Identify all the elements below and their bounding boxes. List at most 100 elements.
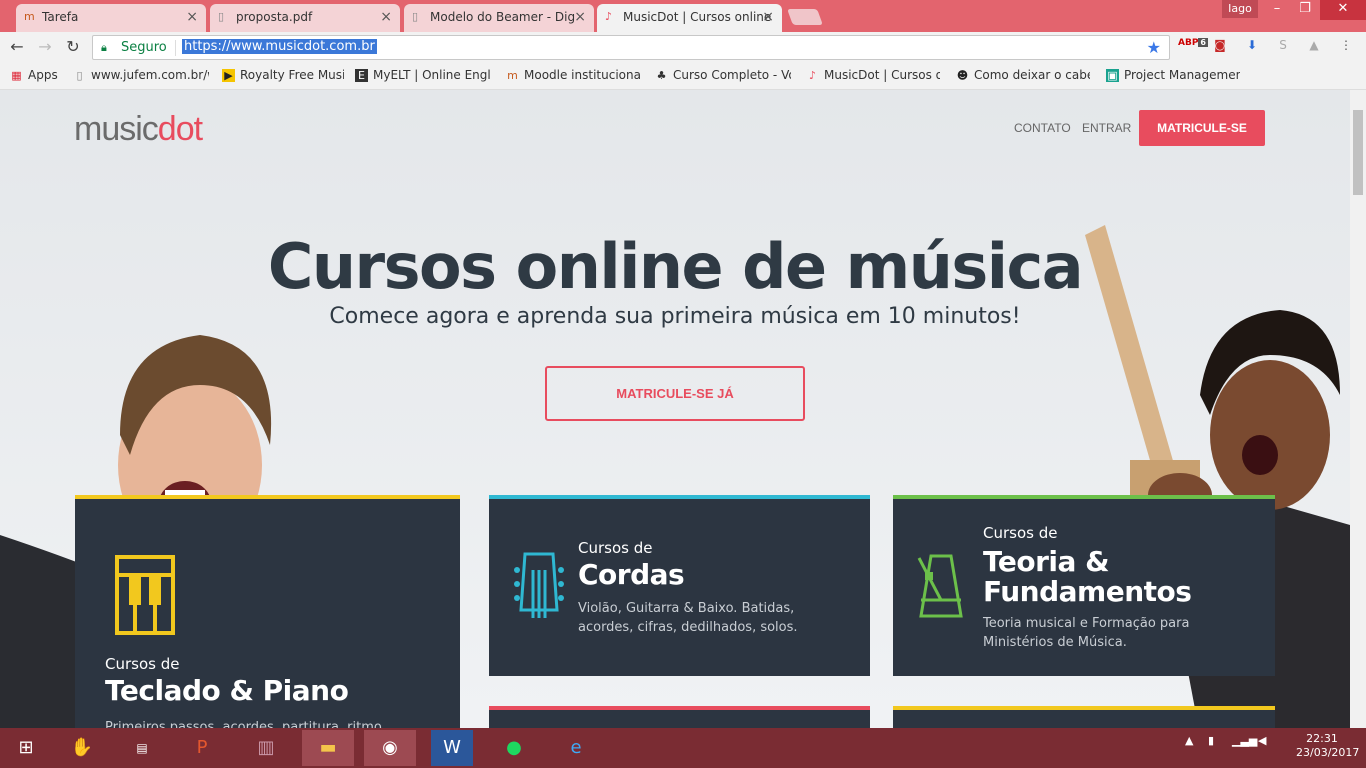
bookmark-label: MusicDot | Cursos onl (824, 68, 940, 82)
restore-icon[interactable]: ❐ (1290, 0, 1320, 20)
skype-icon[interactable]: S (1273, 38, 1293, 56)
bookmark-label: Como deixar o cabelo (974, 68, 1090, 82)
date: 23/03/2017 (1296, 746, 1360, 759)
scrollbar[interactable] (1350, 90, 1366, 728)
apps-icon: ▦ (11, 69, 22, 82)
spotify-icon[interactable]: ● (488, 730, 540, 766)
bookmark-apps[interactable]: ▦ Apps (10, 68, 70, 82)
bookmark-cabelo[interactable]: ☻ Como deixar o cabelo (956, 68, 1090, 82)
piano-icon (115, 555, 175, 635)
word-icon[interactable]: W (431, 730, 473, 766)
profile-button[interactable]: Iago (1222, 0, 1258, 18)
nav-login[interactable]: ENTRAR (1082, 121, 1131, 135)
bookmark-royalty[interactable]: ▶ Royalty Free Music (222, 68, 344, 82)
web-page: musicdot CONTATO ENTRAR MATRICULE-SE Cur… (0, 90, 1350, 728)
enroll-now-button[interactable]: MATRICULE-SE JÁ (545, 366, 805, 421)
time: 22:31 (1306, 732, 1338, 745)
course-card-theory[interactable]: Cursos de Teoria & Fundamentos Teoria mu… (893, 495, 1275, 676)
bookmark-label: MyELT | Online Englis (373, 68, 490, 82)
course-card-next-2[interactable] (893, 706, 1275, 728)
tab-beamer[interactable]: ▯ Modelo do Beamer - Dig × (404, 4, 594, 32)
chrome-icon[interactable]: ◉ (364, 730, 416, 766)
card-kicker: Cursos de (105, 655, 180, 673)
extension-icon[interactable]: ◙ (1210, 38, 1230, 56)
moodle-icon: m (507, 69, 518, 82)
face-icon: ☻ (956, 69, 969, 82)
internet-explorer-icon[interactable]: e (550, 730, 602, 766)
winrar-icon[interactable]: ▥ (240, 730, 292, 766)
powerpoint-icon[interactable]: P (176, 730, 228, 766)
new-tab-button[interactable] (787, 9, 823, 25)
address-bar[interactable]: 🔒︎ Seguro https://www.musicdot.com.br ★ (92, 35, 1170, 60)
bookmark-label: Royalty Free Music (240, 68, 344, 82)
taskbar: ⊞ ✋ ▤ P ▥ ▬ ◉ W ● e ▲ ▮ ▁▃▅ ◀ 22:31 23/0… (0, 728, 1366, 768)
clock[interactable]: 22:31 23/03/2017 (1296, 732, 1360, 760)
adblock-badge: 6 (1198, 38, 1208, 47)
battery-icon[interactable]: ▮ (1208, 734, 1214, 747)
url-text[interactable]: https://www.musicdot.com.br (182, 39, 377, 54)
close-icon[interactable]: × (574, 9, 586, 25)
card-accent (489, 706, 870, 710)
page-icon: ▯ (76, 69, 83, 82)
close-icon[interactable]: × (762, 9, 774, 25)
network-icon[interactable]: ▁▃▅ (1232, 734, 1257, 747)
tab-tarefa[interactable]: m Tarefa × (16, 4, 206, 32)
bookmark-label: www.jufem.com.br/wp (91, 68, 209, 82)
forward-icon[interactable]: → (34, 37, 56, 56)
nav-contact[interactable]: CONTATO (1014, 121, 1071, 135)
tab-musicdot[interactable]: ♪ MusicDot | Cursos online × (597, 4, 782, 32)
course-card-keyboard[interactable]: Cursos de Teclado & Piano Primeiros pass… (75, 495, 460, 728)
close-window-icon[interactable]: ✕ (1320, 0, 1366, 20)
media-player-icon[interactable]: ▤ (116, 730, 168, 766)
separator (175, 40, 176, 56)
bookmark-curso[interactable]: ♣ Curso Completo - Voc (655, 68, 791, 82)
card-title: Teoria & Fundamentos (983, 545, 1192, 608)
logo-text-accent: dot (157, 110, 203, 148)
bookmark-moodle[interactable]: m Moodle institucional d (506, 68, 641, 82)
hero-subtitle: Comece agora e aprenda sua primeira músi… (329, 304, 1021, 329)
bookmarks-bar: ▦ Apps ▯ www.jufem.com.br/wp ▶ Royalty Free… (0, 62, 1366, 90)
tray-chevron-icon[interactable]: ▲ (1185, 734, 1193, 747)
metronome-icon (917, 554, 963, 618)
tab-title: Tarefa (42, 10, 79, 24)
star-icon[interactable]: ★ (1147, 38, 1161, 57)
tab-proposta[interactable]: ▯ proposta.pdf × (210, 4, 400, 32)
hero-title: Cursos online de música (267, 230, 1084, 303)
enroll-button[interactable]: MATRICULE-SE (1139, 110, 1265, 146)
security-label: Seguro (121, 40, 167, 55)
logo-text: music (74, 110, 159, 148)
site-logo[interactable]: musicdot (74, 110, 203, 149)
menu-icon[interactable]: ⋮ (1336, 38, 1356, 56)
bookmark-label: Project Management (1124, 68, 1240, 82)
bookmark-label: Apps (28, 68, 58, 82)
close-icon[interactable]: × (186, 9, 198, 25)
course-card-next-1[interactable] (489, 706, 870, 728)
scrollbar-thumb[interactable] (1353, 110, 1363, 195)
bookmark-project[interactable]: ▣ Project Management (1106, 68, 1240, 82)
card-title: Teclado & Piano (105, 674, 349, 707)
minimize-icon[interactable]: – (1262, 0, 1292, 20)
volume-icon[interactable]: ◀ (1258, 734, 1266, 747)
document-icon: ▯ (218, 10, 225, 23)
moodle-icon: m (24, 10, 35, 23)
guitar-headstock-icon (514, 552, 564, 618)
app-icon[interactable]: ✋ (56, 730, 108, 766)
file-explorer-icon[interactable]: ▬ (302, 730, 354, 766)
card-accent (489, 495, 870, 499)
musicdot-icon: ♪ (605, 10, 613, 23)
drive-icon[interactable]: ▲ (1304, 38, 1324, 56)
back-icon[interactable]: ← (6, 37, 28, 56)
bookmark-musicdot[interactable]: ♪ MusicDot | Cursos onl (806, 68, 940, 82)
curso-icon: ♣ (656, 69, 667, 82)
bookmark-myelt[interactable]: E MyELT | Online Englis (355, 68, 490, 82)
download-icon[interactable]: ⬇ (1242, 38, 1262, 56)
windows-start-icon[interactable]: ⊞ (0, 730, 52, 766)
bookmark-label: Curso Completo - Voc (673, 68, 791, 82)
adblock-icon[interactable]: ABP 6 (1178, 38, 1208, 56)
reload-icon[interactable]: ↻ (62, 37, 84, 56)
document-icon: ▯ (412, 10, 419, 23)
bookmark-jufem[interactable]: ▯ www.jufem.com.br/wp (73, 68, 209, 82)
card-description: Primeiros passos, acordes, partitura, ri… (105, 720, 382, 728)
course-card-strings[interactable]: Cursos de Cordas Violão, Guitarra & Baix… (489, 495, 870, 676)
close-icon[interactable]: × (380, 9, 392, 25)
